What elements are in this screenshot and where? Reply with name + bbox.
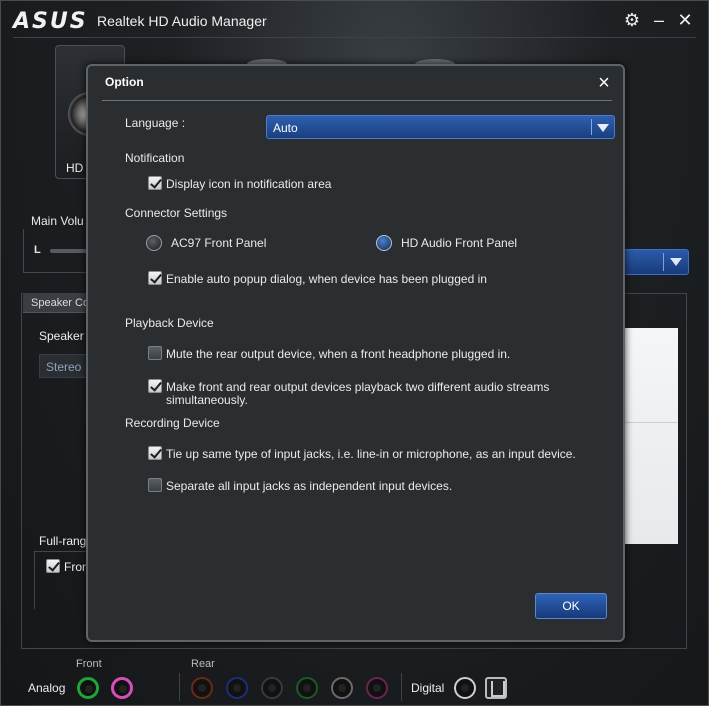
full-range-label: Full-rang: [39, 534, 87, 548]
rear-jacks-label: Rear: [191, 658, 215, 670]
title-bar: ASUS Realtek HD Audio Manager ⚙ – ✕: [1, 1, 708, 39]
chevron-down-icon: [670, 258, 682, 266]
mute-rear-checkbox[interactable]: [148, 346, 162, 360]
radio-hd-audio-label: HD Audio Front Panel: [401, 236, 518, 250]
dropdown-separator: [663, 253, 664, 271]
tie-up-checkbox[interactable]: [148, 446, 162, 460]
speaker-preview-area: [625, 328, 678, 544]
auto-popup-checkbox[interactable]: [148, 271, 162, 285]
minimize-icon[interactable]: –: [649, 10, 669, 30]
two-streams-label-line2: simultaneously.: [166, 393, 248, 407]
close-icon[interactable]: ✕: [675, 10, 695, 30]
rear-jack-orange[interactable]: [191, 677, 213, 699]
background-dropdown[interactable]: [623, 249, 689, 275]
dialog-title: Option: [105, 75, 144, 89]
jack-divider: [179, 673, 180, 701]
volume-slider[interactable]: [50, 249, 90, 253]
playback-device-heading: Playback Device: [125, 316, 214, 330]
app-title: Realtek HD Audio Manager: [97, 13, 267, 29]
hd-tile-label: HD: [66, 161, 84, 175]
recording-device-heading: Recording Device: [125, 416, 220, 430]
rear-jack-green[interactable]: [296, 677, 318, 699]
digital-coaxial-jack[interactable]: [454, 677, 476, 699]
radio-ac97-label: AC97 Front Panel: [171, 236, 267, 250]
speaker-config-select[interactable]: Stereo: [39, 354, 89, 378]
two-streams-label-line1: Make front and rear output devices playb…: [166, 380, 550, 394]
two-streams-checkbox[interactable]: [148, 379, 162, 393]
display-icon-checkbox[interactable]: [148, 176, 162, 190]
asus-logo: ASUS: [13, 9, 88, 34]
separate-jacks-label: Separate all input jacks as independent …: [166, 479, 453, 493]
language-label: Language :: [125, 116, 186, 130]
tab-speaker-configuration[interactable]: Speaker Co: [23, 293, 93, 313]
volume-left-label: L: [34, 244, 41, 256]
option-dialog: Option × Language : Auto Notification Di…: [86, 64, 625, 642]
radio-hd-audio-front-panel[interactable]: [376, 235, 392, 251]
main-volume-group: L: [23, 229, 90, 273]
front-jack-green[interactable]: [77, 677, 99, 699]
tie-up-label: Tie up same type of input jacks, i.e. li…: [166, 447, 576, 461]
dialog-title-divider: [102, 100, 612, 101]
select-separator: [591, 119, 592, 135]
separate-jacks-checkbox[interactable]: [148, 478, 162, 492]
front-checkbox[interactable]: [46, 559, 60, 573]
audio-manager-window: ASUS Realtek HD Audio Manager ⚙ – ✕ HD M…: [0, 0, 709, 706]
connector-settings-heading: Connector Settings: [125, 206, 228, 220]
mute-rear-label: Mute the rear output device, when a fron…: [166, 347, 511, 361]
jack-divider: [401, 673, 402, 701]
notification-heading: Notification: [125, 151, 185, 165]
rear-jack-black[interactable]: [261, 677, 283, 699]
chevron-down-icon: [597, 124, 609, 132]
auto-popup-label: Enable auto popup dialog, when device ha…: [166, 272, 487, 286]
rear-jack-gray[interactable]: [331, 677, 353, 699]
dialog-close-icon[interactable]: ×: [595, 73, 613, 93]
title-divider: [13, 37, 696, 38]
language-value: Auto: [273, 121, 298, 135]
gear-icon[interactable]: ⚙: [622, 10, 642, 30]
radio-ac97-front-panel[interactable]: [146, 235, 162, 251]
display-icon-label: Display icon in notification area: [166, 177, 332, 191]
front-jack-pink[interactable]: [111, 677, 133, 699]
rear-jack-blue[interactable]: [226, 677, 248, 699]
rear-jack-pink[interactable]: [366, 677, 388, 699]
language-select[interactable]: Auto: [266, 115, 615, 139]
analog-label: Analog: [28, 681, 66, 695]
digital-label: Digital: [411, 681, 445, 695]
digital-optical-jack[interactable]: [485, 677, 507, 699]
front-jacks-label: Front: [76, 658, 102, 670]
ok-button[interactable]: OK: [535, 593, 607, 619]
front-checkbox-label: Fron: [64, 560, 89, 574]
main-volume-label: Main Volu: [31, 214, 84, 228]
